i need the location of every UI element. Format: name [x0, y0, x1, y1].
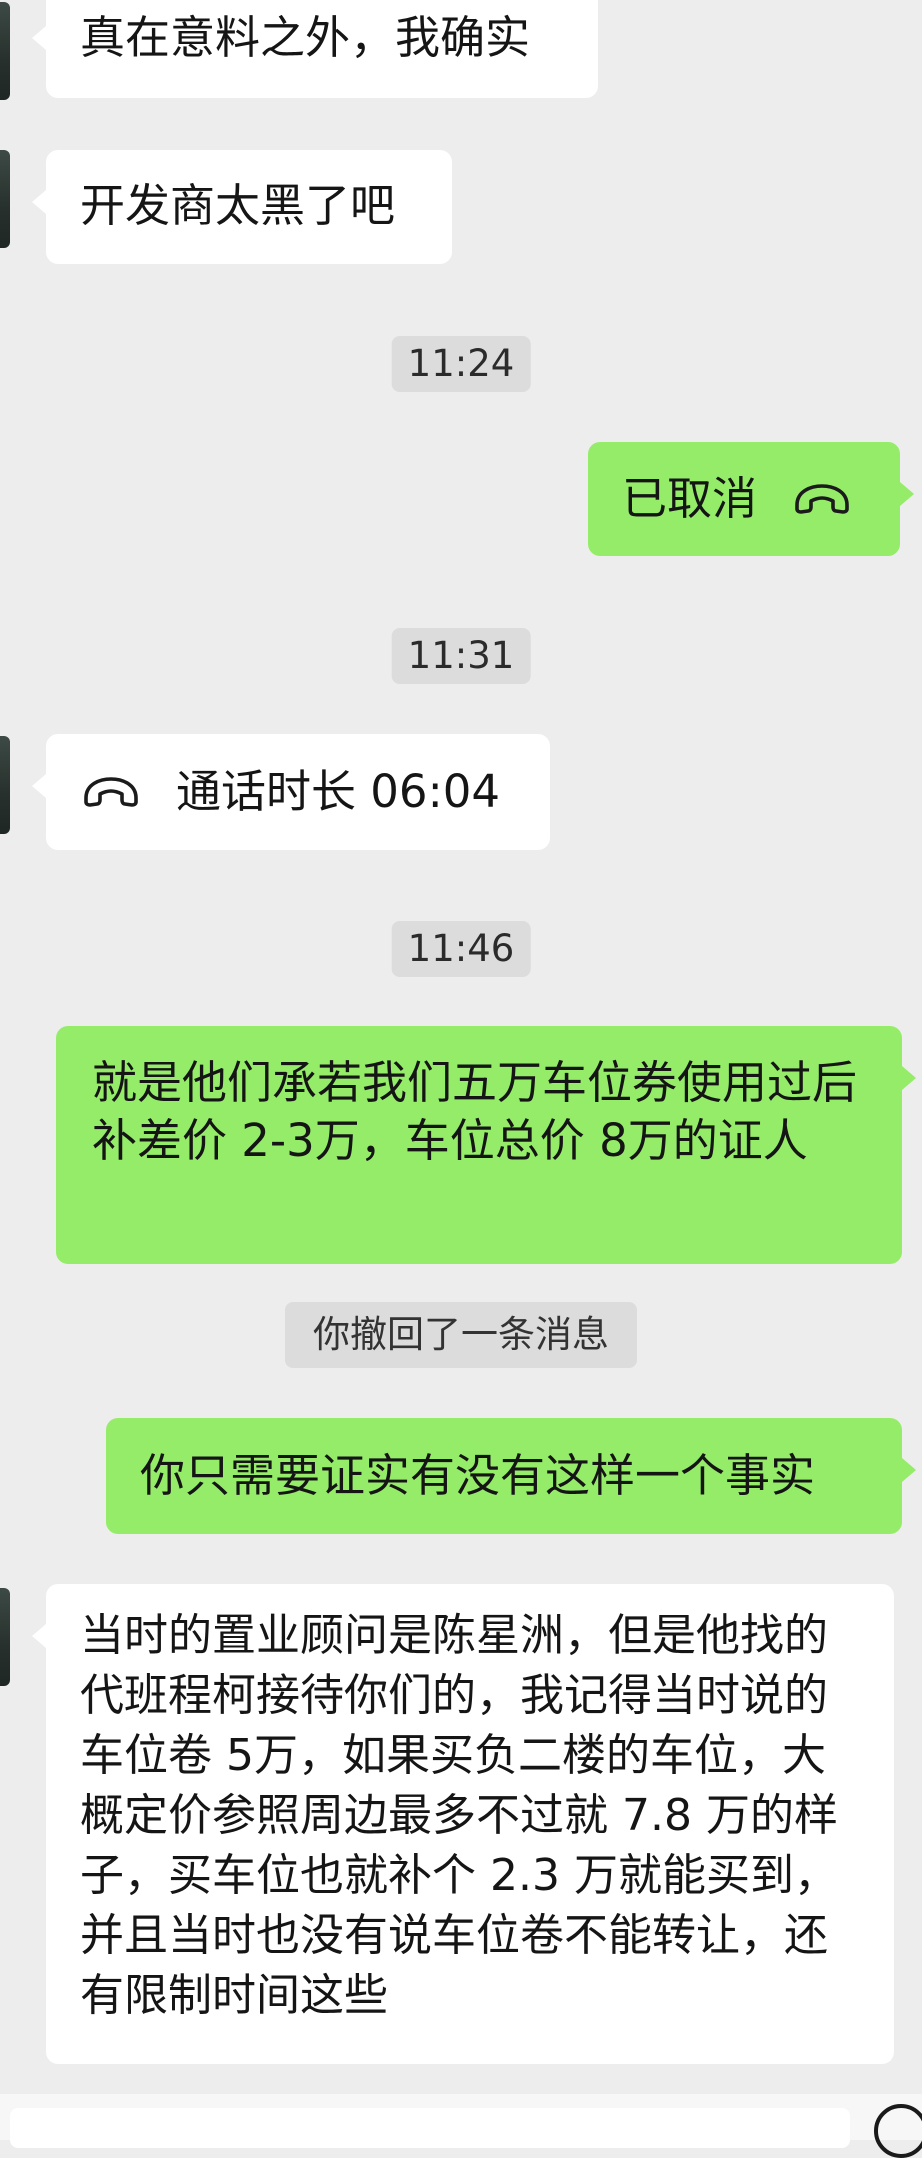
- avatar[interactable]: [0, 736, 10, 834]
- incoming-message-bubble[interactable]: 当时的置业顾问是陈星洲，但是他找的代班程柯接待你们的，我记得当时说的车位卷 5万…: [32, 1584, 894, 2064]
- incoming-message-bubble[interactable]: 真在意料之外，我确实: [32, 0, 598, 98]
- message-input[interactable]: [10, 2108, 850, 2148]
- avatar[interactable]: [0, 2, 10, 100]
- message-text: 通话时长 06:04: [176, 765, 500, 818]
- outgoing-message-bubble[interactable]: 就是他们承若我们五万车位券使用过后补差价 2-3万，车位总价 8万的证人: [56, 1026, 916, 1264]
- timestamp: 11:24: [391, 336, 531, 392]
- incoming-message-bubble[interactable]: 开发商太黑了吧: [32, 150, 452, 264]
- outgoing-call-bubble[interactable]: 已取消: [588, 442, 914, 556]
- message-text: 开发商太黑了吧: [80, 179, 396, 232]
- outgoing-message-bubble[interactable]: 你只需要证实有没有这样一个事实: [106, 1418, 916, 1534]
- phone-hangup-icon: [791, 479, 853, 519]
- chat-area[interactable]: 真在意料之外，我确实 开发商太黑了吧 11:24 已取消 11:31 通话时长 …: [0, 0, 922, 2158]
- message-text: 就是他们承若我们五万车位券使用过后补差价 2-3万，车位总价 8万的证人: [92, 1056, 858, 1167]
- incoming-call-bubble[interactable]: 通话时长 06:04: [32, 734, 550, 850]
- message-text: 真在意料之外，我确实: [80, 11, 531, 64]
- timestamp: 11:46: [391, 921, 531, 977]
- avatar[interactable]: [0, 1588, 10, 1686]
- message-text: 你只需要证实有没有这样一个事实: [140, 1449, 816, 1502]
- avatar[interactable]: [0, 150, 10, 248]
- message-text: 当时的置业顾问是陈星洲，但是他找的代班程柯接待你们的，我记得当时说的车位卷 5万…: [80, 1610, 838, 2021]
- message-text: 已取消: [622, 472, 758, 525]
- recall-notice: 你撤回了一条消息: [285, 1302, 637, 1368]
- emoji-button[interactable]: [874, 2104, 922, 2158]
- timestamp: 11:31: [391, 628, 531, 684]
- phone-hangup-icon: [80, 772, 142, 812]
